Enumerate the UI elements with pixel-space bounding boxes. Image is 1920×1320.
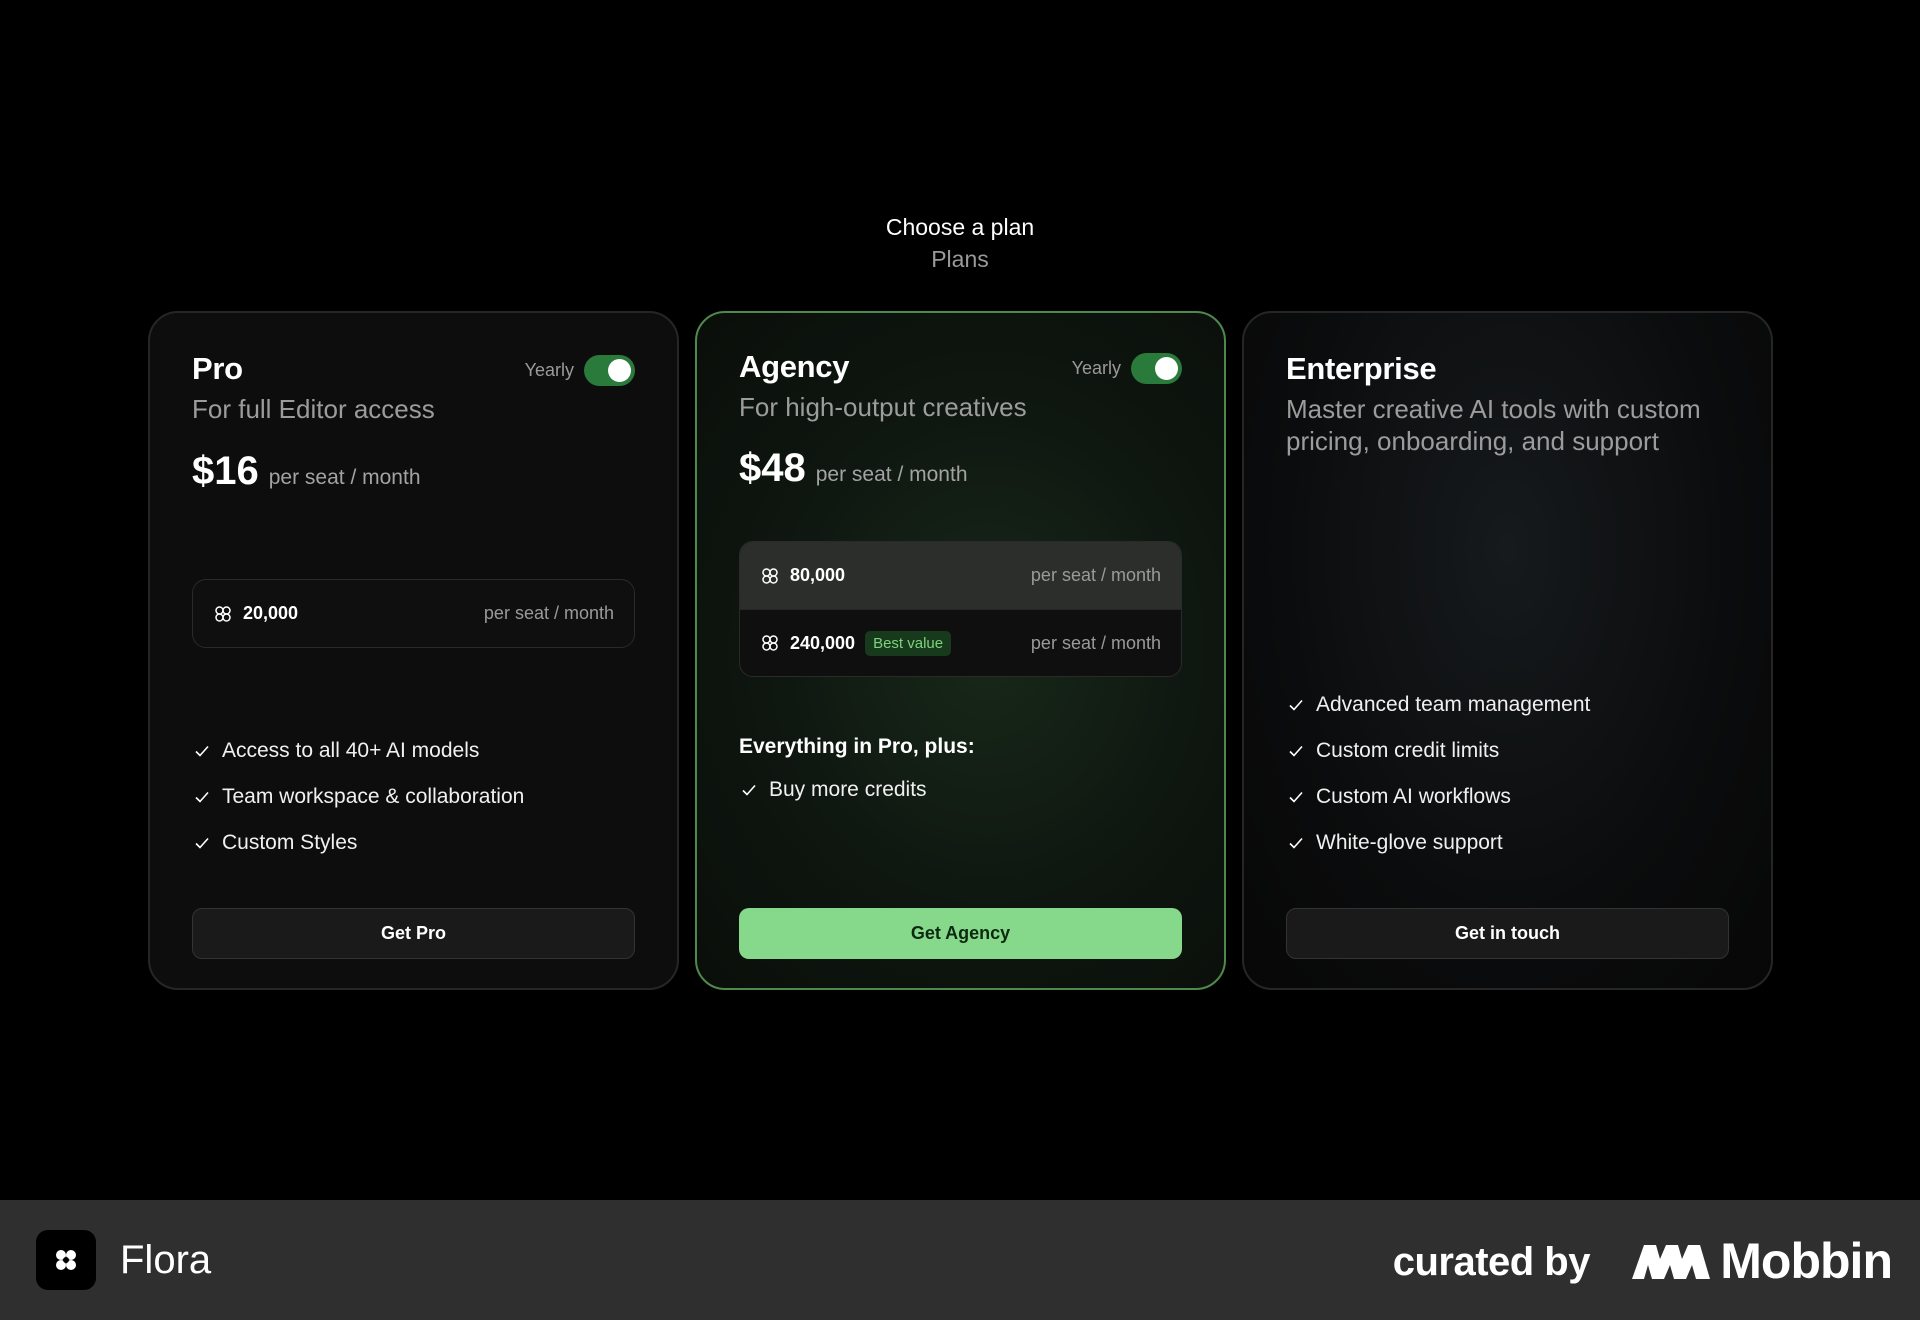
footer-bar: Flora curated by Mobbin <box>0 1200 1920 1320</box>
plan-name: Enterprise <box>1286 351 1437 386</box>
plan-description: Master creative AI tools with custom pri… <box>1286 394 1701 456</box>
page-subtitle: Plans <box>931 246 989 272</box>
credit-option[interactable]: 80,000 per seat / month <box>740 542 1181 609</box>
credit-option[interactable]: 20,000 per seat / month <box>193 580 634 647</box>
plan-name: Pro <box>192 351 243 386</box>
feature-label: Custom AI workflows <box>1316 785 1511 808</box>
check-icon <box>1286 833 1306 853</box>
feature-item: Custom credit limits <box>1286 728 1729 774</box>
credit-amount: 20,000 <box>243 603 299 623</box>
mobbin-mark-icon <box>1632 1245 1711 1279</box>
check-icon <box>739 780 759 800</box>
credit-options: 20,000 per seat / month <box>192 579 635 648</box>
billing-toggle-label: Yearly <box>524 360 574 380</box>
check-icon <box>1286 741 1306 761</box>
flower-icon <box>760 566 780 586</box>
curated-by-label: curated by <box>1392 1240 1591 1284</box>
credit-amount: 240,000 <box>790 632 856 653</box>
features-heading: Everything in Pro, plus: <box>739 735 975 758</box>
plan-name: Agency <box>739 349 850 384</box>
mobbin-logo: Mobbin <box>1630 1232 1893 1290</box>
credit-unit: per seat / month <box>1030 565 1161 585</box>
credit-option[interactable]: 240,000 Best value per seat / month <box>740 609 1181 676</box>
feature-item: Buy more credits <box>739 767 1182 813</box>
toggle-knob <box>1155 357 1178 380</box>
check-icon <box>1286 787 1306 807</box>
check-icon <box>1286 695 1306 715</box>
plan-card-pro: Pro Yearly For full Editor access $16 pe… <box>148 311 679 990</box>
credit-unit: per seat / month <box>483 603 614 623</box>
flower-icon <box>760 633 780 653</box>
feature-list: Buy more credits <box>739 767 1182 813</box>
billing-toggle-label: Yearly <box>1071 358 1121 378</box>
check-icon <box>192 787 212 807</box>
feature-item: White-glove support <box>1286 820 1729 866</box>
feature-label: Custom Styles <box>222 831 358 854</box>
feature-list: Advanced team management Custom credit l… <box>1286 682 1729 866</box>
feature-label: White-glove support <box>1316 831 1503 854</box>
feature-label: Custom credit limits <box>1316 739 1500 762</box>
page-title: Choose a plan <box>885 214 1035 240</box>
feature-list: Access to all 40+ AI models Team workspa… <box>192 728 635 866</box>
plan-description: For full Editor access <box>192 394 435 424</box>
feature-label: Team workspace & collaboration <box>222 785 525 808</box>
check-icon <box>192 833 212 853</box>
price-amount: $16 <box>192 449 259 493</box>
feature-item: Advanced team management <box>1286 682 1729 728</box>
check-icon <box>192 741 212 761</box>
plan-price: $16 per seat / month <box>192 449 421 494</box>
yearly-toggle[interactable] <box>584 355 635 386</box>
price-amount: $48 <box>739 446 806 490</box>
credit-options: 80,000 per seat / month 240,000 Best val… <box>739 541 1182 677</box>
flora-logo-icon <box>36 1230 96 1290</box>
billing-toggle-group: Yearly <box>1072 353 1182 384</box>
feature-label: Advanced team management <box>1316 693 1591 716</box>
billing-toggle-group: Yearly <box>525 355 635 386</box>
price-unit: per seat / month <box>268 466 421 489</box>
feature-item: Access to all 40+ AI models <box>192 728 635 774</box>
yearly-toggle[interactable] <box>1131 353 1182 384</box>
price-unit: per seat / month <box>815 463 968 486</box>
feature-item: Team workspace & collaboration <box>192 774 635 820</box>
get-agency-button[interactable]: Get Agency <box>739 908 1182 959</box>
plans-header: Choose a plan Plans <box>0 212 1920 276</box>
credit-amount: 80,000 <box>790 565 846 585</box>
best-value-badge: Best value <box>865 630 952 656</box>
plan-card-enterprise: Enterprise Master creative AI tools with… <box>1242 311 1773 990</box>
plan-description: For high-output creatives <box>739 392 1027 422</box>
flower-icon <box>213 604 233 624</box>
app-name: Flora <box>120 1238 212 1282</box>
get-pro-button[interactable]: Get Pro <box>192 908 635 959</box>
credit-unit: per seat / month <box>1030 632 1161 653</box>
feature-item: Custom AI workflows <box>1286 774 1729 820</box>
toggle-knob <box>608 359 631 382</box>
plan-price: $48 per seat / month <box>739 446 968 491</box>
mobbin-wordmark: Mobbin <box>1720 1233 1893 1289</box>
feature-label: Access to all 40+ AI models <box>222 739 480 762</box>
plan-card-agency: Agency Yearly For high-output creatives … <box>695 311 1226 990</box>
feature-label: Buy more credits <box>769 778 927 801</box>
get-in-touch-button[interactable]: Get in touch <box>1286 908 1729 959</box>
feature-item: Custom Styles <box>192 820 635 866</box>
